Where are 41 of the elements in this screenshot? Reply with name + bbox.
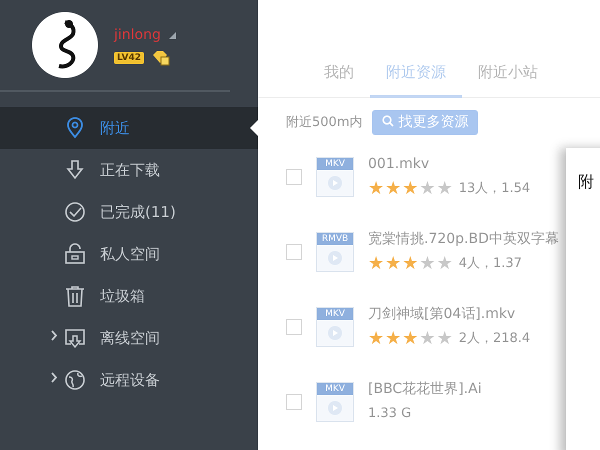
file-name: 宽棠情挑.720p.BD中英双字幕 bbox=[368, 230, 559, 249]
sidebar-item[interactable]: 远程设备 bbox=[0, 359, 258, 401]
search-icon bbox=[382, 115, 394, 127]
file-icon: MKV bbox=[316, 382, 354, 422]
checkbox[interactable] bbox=[286, 394, 302, 410]
checkbox[interactable] bbox=[286, 318, 302, 334]
dropdown-icon[interactable] bbox=[168, 32, 176, 38]
chevron-icon[interactable] bbox=[51, 330, 58, 342]
sidebar-item[interactable]: 私人空间 bbox=[0, 233, 258, 275]
download-icon bbox=[64, 159, 86, 181]
file-name: 001.mkv bbox=[368, 155, 430, 174]
range-label: 附近500m内 bbox=[286, 114, 362, 132]
panel-title: 附 bbox=[578, 172, 594, 191]
sidebar-item[interactable]: 垃圾箱 bbox=[0, 275, 258, 317]
file-meta: 2人，218.4 bbox=[458, 330, 530, 348]
star-rating: ★★★★★ bbox=[368, 254, 453, 274]
file-meta: 4人，1.37 bbox=[458, 255, 522, 274]
sidebar-item[interactable]: 正在下载 bbox=[0, 149, 258, 191]
chevron-icon[interactable] bbox=[51, 372, 58, 384]
file-meta: 1.33 G bbox=[368, 405, 412, 424]
file-name: [BBC花花世界].Ai bbox=[368, 380, 482, 400]
trash-icon bbox=[64, 285, 86, 307]
lock-icon bbox=[64, 243, 86, 265]
file-icon: RMVB bbox=[316, 232, 354, 272]
globe-icon bbox=[64, 369, 86, 391]
sidebar-item[interactable]: 附近 bbox=[0, 107, 258, 149]
gem-icon bbox=[152, 50, 170, 66]
monitor-download-icon bbox=[64, 327, 86, 349]
checkbox[interactable] bbox=[286, 244, 302, 260]
file-icon: MKV bbox=[316, 156, 354, 196]
checkbox[interactable] bbox=[286, 168, 302, 184]
file-meta: 13人，1.54 bbox=[458, 180, 530, 198]
sidebar-item[interactable]: 已完成(11) bbox=[0, 191, 258, 233]
file-name: 刀剑神域[第04话].mkv bbox=[368, 305, 516, 324]
file-icon: MKV bbox=[316, 306, 354, 346]
star-rating: ★★★★★ bbox=[368, 179, 453, 199]
sidebar-item[interactable]: 离线空间 bbox=[0, 317, 258, 359]
location-pin-icon bbox=[64, 117, 86, 139]
star-rating: ★★★★★ bbox=[368, 329, 453, 349]
check-circle-icon bbox=[64, 201, 86, 223]
level-badge: LV42 bbox=[114, 52, 144, 64]
